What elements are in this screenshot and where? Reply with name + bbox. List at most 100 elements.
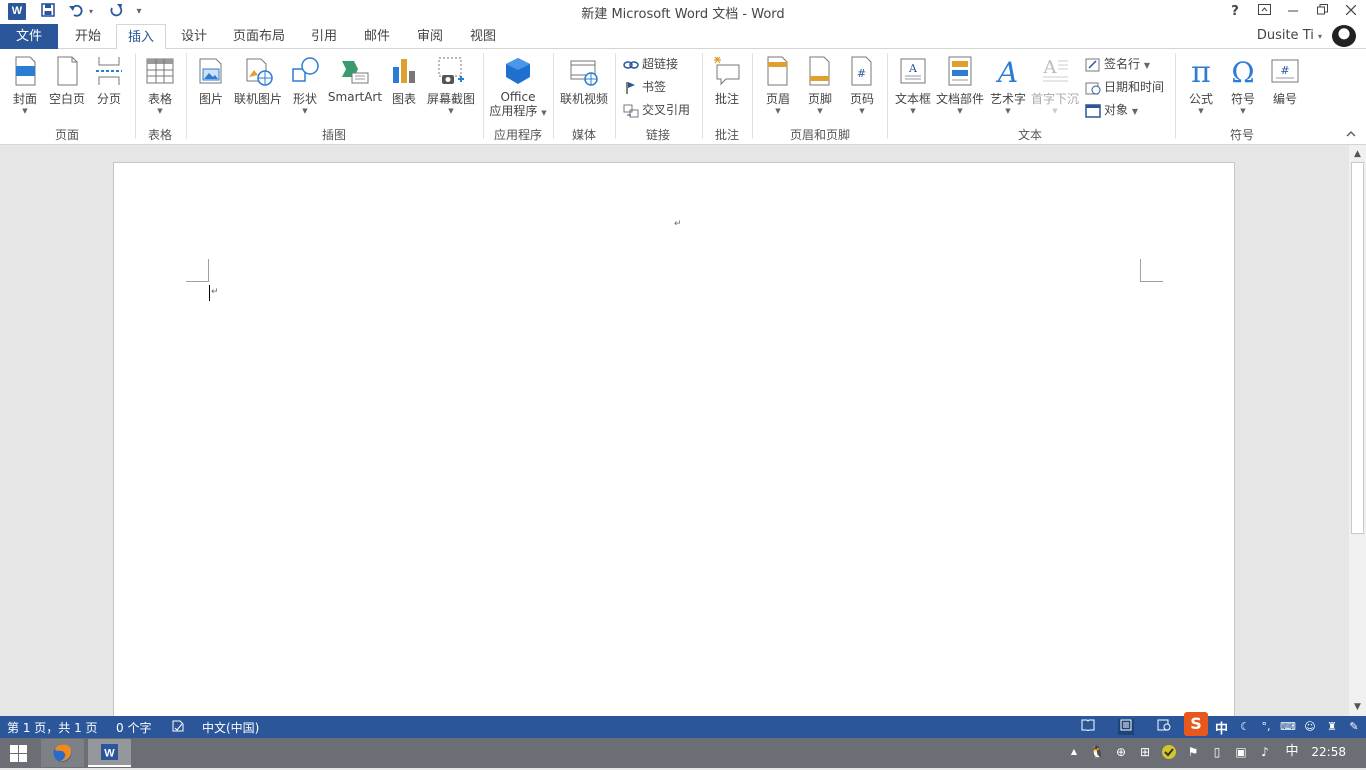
word-count[interactable]: 0 个字 xyxy=(116,719,151,736)
picture-button[interactable]: 图片 xyxy=(192,55,230,107)
battery-icon[interactable]: ▯ xyxy=(1209,744,1225,760)
blank-page-button[interactable]: 空白页 xyxy=(46,55,88,107)
save-icon[interactable] xyxy=(38,2,58,22)
sogou-ime-icon[interactable]: S xyxy=(1184,712,1208,736)
chart-icon xyxy=(389,55,419,87)
user-icon[interactable]: ☺ xyxy=(1302,719,1318,735)
table-button[interactable]: 表格 ▼ xyxy=(140,55,180,115)
language-indicator[interactable]: 中文(中国) xyxy=(202,719,259,736)
help-button[interactable]: ? xyxy=(1222,2,1248,22)
tab-references[interactable]: 引用 xyxy=(300,24,348,49)
customize-qa-icon[interactable]: ▾ xyxy=(132,2,146,22)
group-divider xyxy=(186,53,187,139)
close-icon[interactable] xyxy=(1338,2,1364,22)
undo-dropdown-icon[interactable]: ▾ xyxy=(86,2,96,22)
tab-review[interactable]: 审阅 xyxy=(406,24,454,49)
print-layout-icon[interactable] xyxy=(1118,719,1134,735)
action-center-flag-icon[interactable]: ⚑ xyxy=(1185,744,1201,760)
security-icon[interactable] xyxy=(1161,744,1177,760)
network-icon[interactable]: ▣ xyxy=(1233,744,1249,760)
keyboard-icon[interactable]: ⌨ xyxy=(1280,719,1296,735)
minimize-icon[interactable] xyxy=(1280,2,1306,22)
textbox-button[interactable]: A 文本框 ▼ xyxy=(892,55,934,115)
cover-page-button[interactable]: 封面 ▼ xyxy=(6,55,44,115)
show-hidden-icons-icon[interactable]: ▲ xyxy=(1066,744,1082,760)
moon-icon[interactable]: ☾ xyxy=(1237,719,1253,735)
punctuation-icon[interactable]: °, xyxy=(1258,719,1274,735)
restore-icon[interactable] xyxy=(1309,2,1335,22)
page-number-button[interactable]: # 页码 ▼ xyxy=(843,55,881,115)
header-button[interactable]: 页眉 ▼ xyxy=(759,55,797,115)
object-icon xyxy=(1085,103,1101,118)
screenshot-button[interactable]: 屏幕截图 ▼ xyxy=(425,55,477,115)
start-button-icon[interactable] xyxy=(10,745,28,762)
network-shield-icon[interactable]: ⊕ xyxy=(1113,744,1129,760)
cross-reference-button[interactable]: 交叉引用 xyxy=(623,100,690,120)
proofing-icon[interactable] xyxy=(170,719,186,735)
volume-icon[interactable]: ♪ xyxy=(1257,744,1273,760)
scroll-thumb[interactable] xyxy=(1351,162,1364,534)
wrench-icon[interactable]: ✎ xyxy=(1346,719,1362,735)
chevron-down-icon: ▼ xyxy=(157,107,163,115)
tab-home[interactable]: 开始 xyxy=(64,24,112,49)
shapes-button[interactable]: 形状 ▼ xyxy=(287,55,323,115)
skin-icon[interactable]: ♜ xyxy=(1324,719,1340,735)
word-taskbar-icon[interactable]: W xyxy=(88,739,131,767)
firefox-taskbar-icon[interactable] xyxy=(41,739,84,767)
chevron-down-icon: ▼ xyxy=(22,107,28,115)
ime-mode[interactable]: 中 xyxy=(1215,718,1228,737)
ribbon-display-icon[interactable] xyxy=(1251,2,1277,22)
document-page[interactable]: ↵ ↵ xyxy=(113,162,1235,716)
signature-line-button[interactable]: 签名行 ▼ xyxy=(1085,54,1150,74)
symbol-button[interactable]: Ω 符号 ▼ xyxy=(1223,55,1263,115)
qq-icon[interactable]: 🐧 xyxy=(1089,744,1105,760)
tab-mailings[interactable]: 邮件 xyxy=(353,24,401,49)
clock[interactable]: 22:58 xyxy=(1311,745,1346,759)
tab-file[interactable]: 文件 xyxy=(0,24,58,49)
web-layout-icon[interactable] xyxy=(1156,719,1172,735)
chart-button[interactable]: 图表 xyxy=(386,55,422,107)
chevron-down-icon: ▼ xyxy=(448,107,454,115)
wordart-button[interactable]: A 艺术字 ▼ xyxy=(988,55,1028,115)
number-button[interactable]: # 编号 xyxy=(1265,55,1305,107)
link-icon xyxy=(623,58,639,72)
redo-icon[interactable] xyxy=(106,2,126,22)
ime-tray[interactable]: 中 xyxy=(1284,744,1300,760)
windows-flag-icon[interactable]: ⊞ xyxy=(1137,744,1153,760)
word-icon[interactable]: W xyxy=(8,3,26,20)
screenshot-icon xyxy=(436,55,466,87)
drop-cap-button[interactable]: A 首字下沉 ▼ xyxy=(1030,55,1080,115)
group-label-symbols: 符号 xyxy=(1229,128,1254,142)
object-button[interactable]: 对象 ▼ xyxy=(1085,100,1138,120)
user-account[interactable]: Dusite Ti ▾ xyxy=(1257,24,1322,48)
tab-layout[interactable]: 页面布局 xyxy=(226,24,292,49)
hyperlink-button[interactable]: 超链接 xyxy=(623,54,678,74)
read-mode-icon[interactable] xyxy=(1080,719,1096,735)
page-break-button[interactable]: 分页 xyxy=(90,55,128,107)
avatar[interactable] xyxy=(1332,25,1356,47)
online-video-button[interactable]: 联机视频 xyxy=(557,55,611,107)
vertical-scrollbar[interactable]: ▲ ▼ xyxy=(1349,145,1366,716)
online-picture-icon xyxy=(243,55,273,87)
svg-text:A: A xyxy=(995,56,1018,87)
page-break-icon xyxy=(94,55,124,87)
comment-button[interactable]: 批注 xyxy=(707,55,747,107)
collapse-ribbon-icon[interactable] xyxy=(1346,129,1356,140)
footer-button[interactable]: 页脚 ▼ xyxy=(801,55,839,115)
equation-button[interactable]: π 公式 ▼ xyxy=(1181,55,1221,115)
quick-parts-button[interactable]: 文档部件 ▼ xyxy=(935,55,985,115)
scroll-down-icon[interactable]: ▼ xyxy=(1349,700,1366,714)
taskbar: W ▲ 🐧 ⊕ ⊞ ⚑ ▯ ▣ ♪ 中 22:58 xyxy=(0,738,1366,768)
tab-view[interactable]: 视图 xyxy=(459,24,507,49)
bookmark-button[interactable]: 书签 xyxy=(623,77,666,97)
tab-insert[interactable]: 插入 xyxy=(116,24,166,50)
scroll-up-icon[interactable]: ▲ xyxy=(1349,147,1366,161)
page-count[interactable]: 第 1 页，共 1 页 xyxy=(7,719,98,736)
ribbon-insert: 封面 ▼ 空白页 分页 页面 表格 ▼ 表格 图片 联机图片 形状 ▼ SmartAr… xyxy=(0,49,1366,145)
tab-design[interactable]: 设计 xyxy=(170,24,218,49)
online-picture-button[interactable]: 联机图片 xyxy=(232,55,284,107)
office-apps-button[interactable]: Office 应用程序 ▼ xyxy=(487,55,549,121)
smartart-button[interactable]: SmartArt xyxy=(326,55,384,104)
date-time-button[interactable]: 日期和时间 xyxy=(1085,77,1164,97)
undo-icon[interactable] xyxy=(66,2,86,22)
